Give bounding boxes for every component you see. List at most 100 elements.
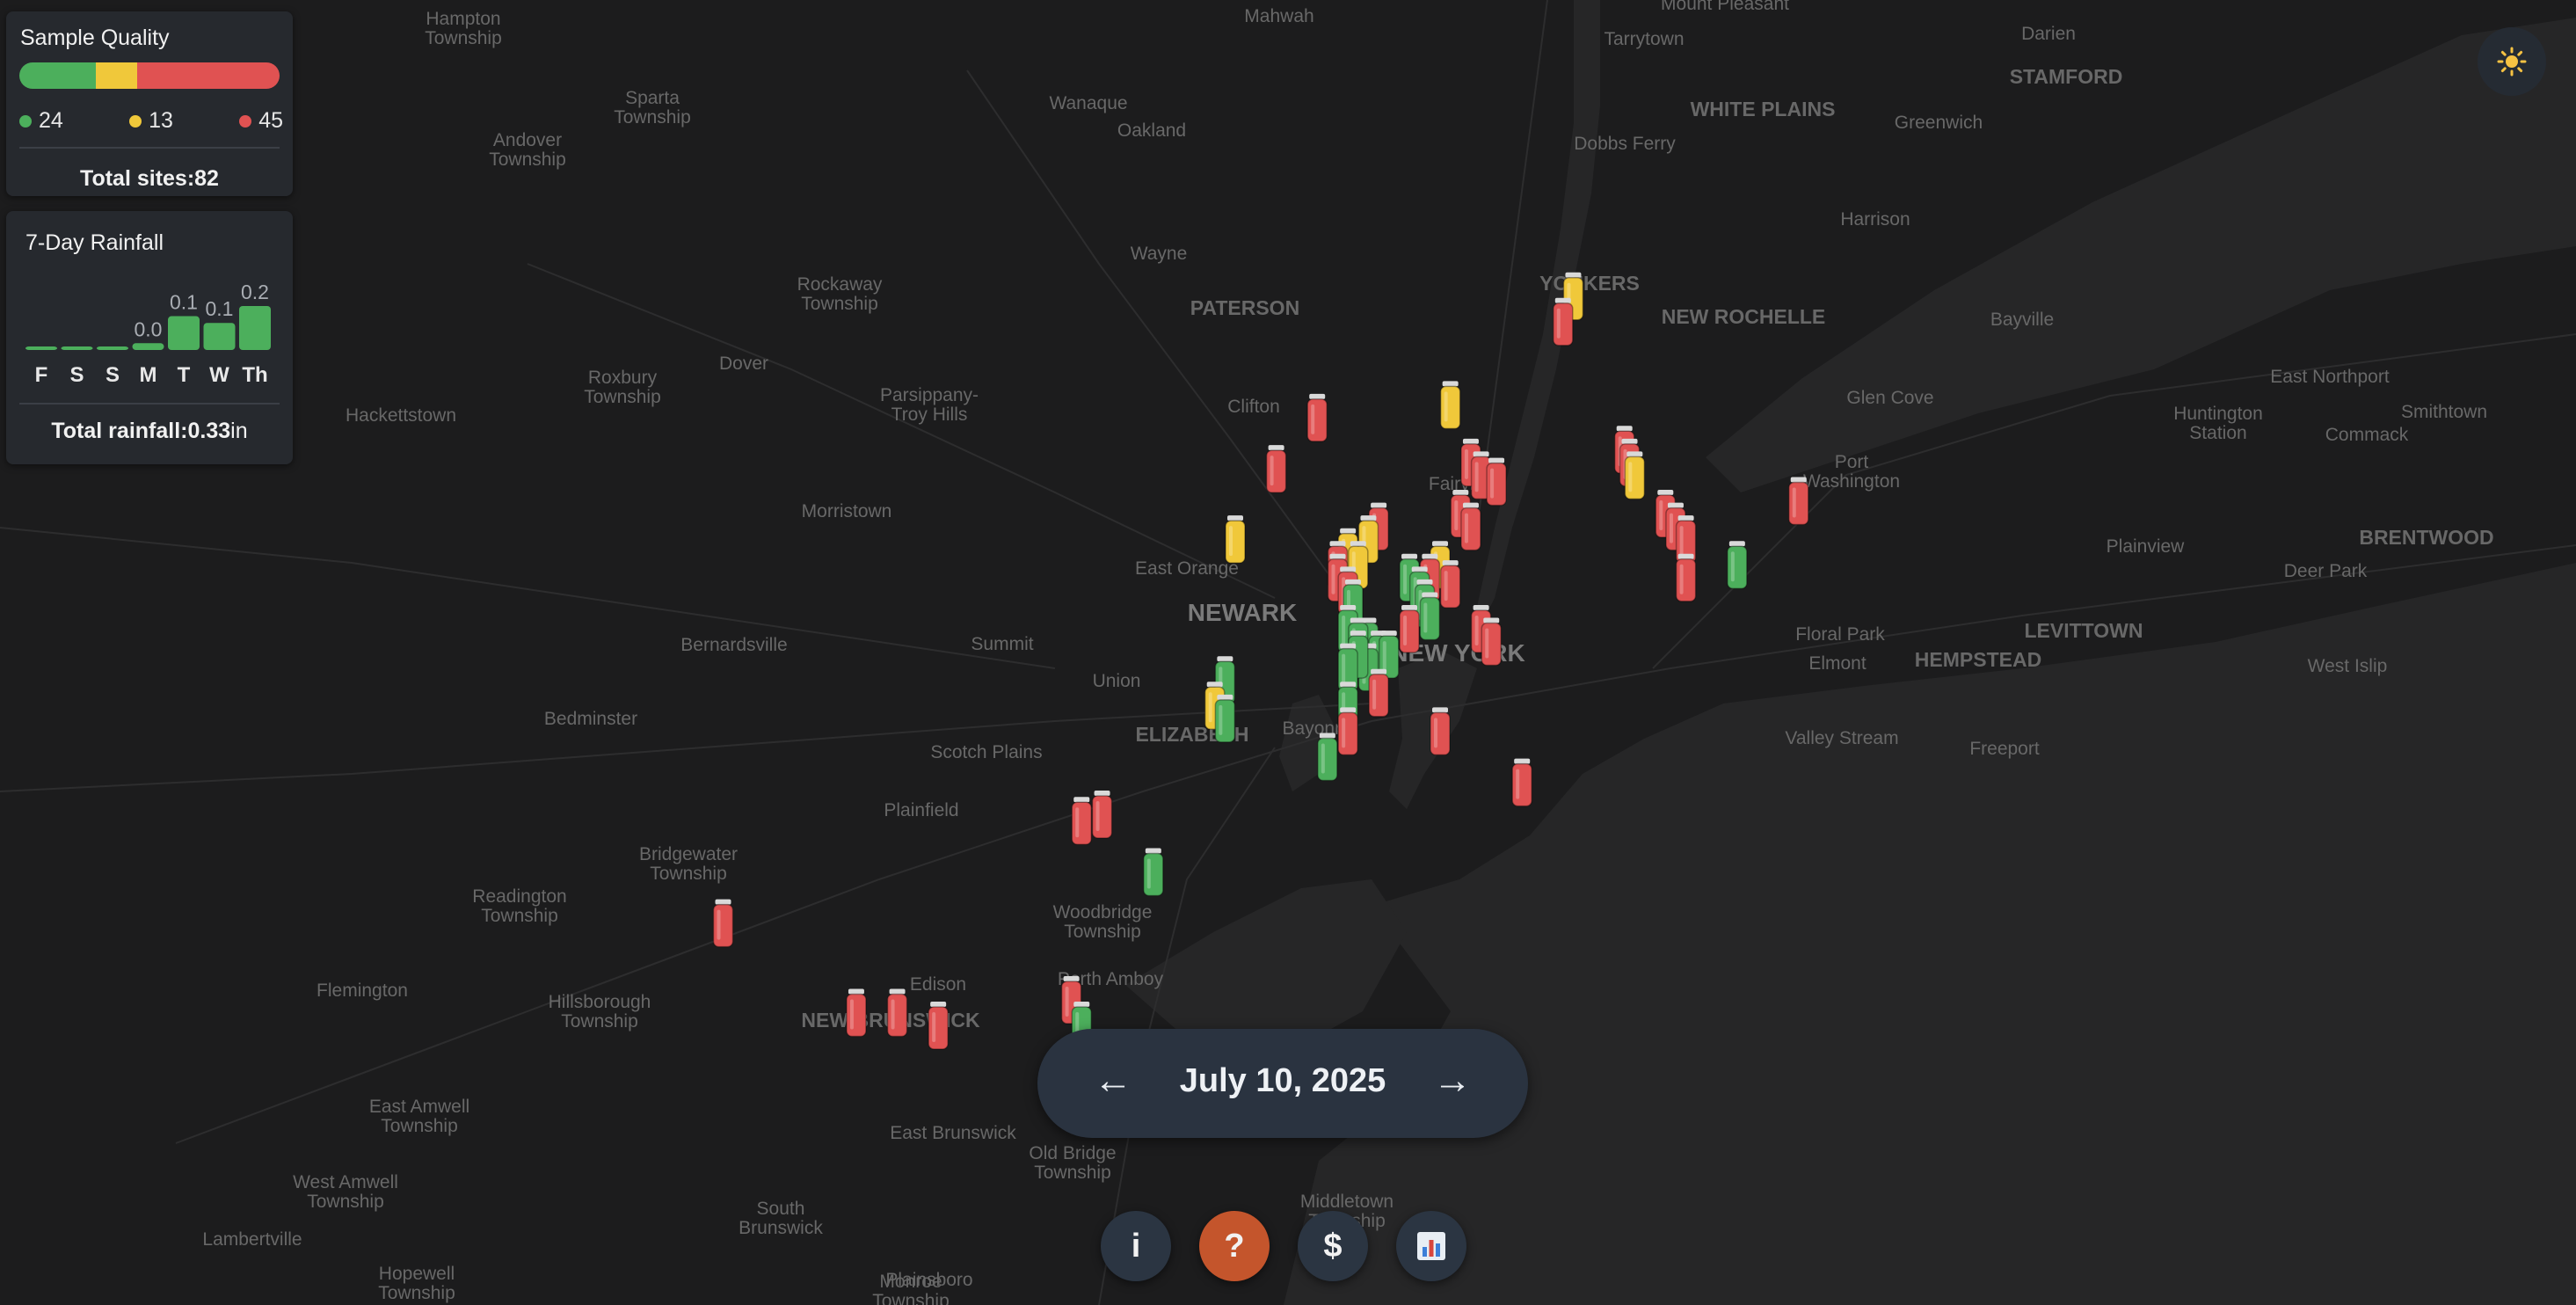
rainfall-day-label: T bbox=[178, 363, 191, 387]
rainfall-bar bbox=[239, 306, 271, 350]
help-button[interactable]: ? bbox=[1199, 1211, 1270, 1281]
place-label: WHITE PLAINS bbox=[1691, 98, 1836, 120]
place-label: Sparta Township bbox=[614, 88, 691, 128]
sample-quality-title: Sample Quality bbox=[20, 26, 170, 50]
rainfall-bar-label: 0.0 bbox=[135, 317, 163, 340]
fair-count: 13 bbox=[129, 108, 173, 134]
place-label: NEWARK bbox=[1188, 599, 1297, 626]
place-label: Wanaque bbox=[1049, 93, 1127, 113]
sample-vial-icon[interactable] bbox=[1511, 758, 1532, 807]
place-label: Union bbox=[1093, 671, 1141, 691]
theme-toggle-button[interactable] bbox=[2478, 27, 2546, 96]
donate-button[interactable]: $ bbox=[1298, 1211, 1368, 1281]
sample-vial-icon[interactable] bbox=[1071, 797, 1092, 845]
quality-bar bbox=[19, 62, 280, 89]
sample-vial-icon[interactable] bbox=[712, 899, 734, 948]
place-label: Plainview bbox=[2107, 536, 2186, 557]
place-label: Hackettstown bbox=[346, 405, 456, 426]
total-sites: Total sites:82 bbox=[6, 166, 293, 192]
place-label: Bernardsville bbox=[680, 635, 787, 655]
place-label: Andover Township bbox=[489, 130, 566, 170]
sample-vial-icon[interactable] bbox=[928, 1002, 949, 1050]
sample-vial-icon[interactable] bbox=[1419, 592, 1441, 641]
rainfall-bar-label: 0.2 bbox=[241, 281, 269, 303]
sample-vial-icon[interactable] bbox=[1439, 381, 1461, 430]
sample-vial-icon[interactable] bbox=[1306, 393, 1328, 442]
place-label: Hopewell Township bbox=[378, 1264, 455, 1303]
date-navigator: ← July 10, 2025 → bbox=[1037, 1029, 1528, 1138]
rainfall-day-label: S bbox=[69, 363, 84, 387]
place-label: East Orange bbox=[1135, 558, 1239, 579]
quality-bar-poor bbox=[136, 62, 280, 89]
place-label: Floral Park bbox=[1795, 624, 1885, 645]
sample-vial-icon[interactable] bbox=[1430, 707, 1451, 756]
place-label: Hillsborough Township bbox=[549, 992, 651, 1032]
place-label: East Amwell Township bbox=[369, 1097, 469, 1136]
place-label: Rockaway Township bbox=[797, 274, 883, 314]
place-label: HEMPSTEAD bbox=[1915, 648, 2041, 671]
sample-vial-icon[interactable] bbox=[1214, 694, 1236, 743]
sample-vial-icon[interactable] bbox=[1317, 733, 1338, 782]
sample-vial-icon[interactable] bbox=[1225, 515, 1246, 564]
place-label: NEW ROCHELLE bbox=[1662, 305, 1826, 328]
sample-vial-icon[interactable] bbox=[1460, 502, 1481, 551]
total-rainfall-value: 0.33 bbox=[187, 419, 231, 443]
place-label: Tarrytown bbox=[1604, 29, 1684, 49]
good-count: 24 bbox=[19, 108, 63, 134]
sample-vial-icon[interactable] bbox=[1486, 457, 1507, 507]
rainfall-chart: F S S0.0M0.1T0.1W0.2Th bbox=[25, 281, 271, 387]
place-label: Clifton bbox=[1227, 397, 1280, 417]
place-label: Dobbs Ferry bbox=[1574, 134, 1676, 154]
rainfall-day-label: F bbox=[35, 363, 48, 387]
rainfall-bar bbox=[168, 316, 200, 350]
sample-vial-icon[interactable] bbox=[1553, 297, 1574, 346]
bar-chart-icon bbox=[1417, 1232, 1445, 1260]
rainfall-bar bbox=[132, 343, 164, 350]
sample-vial-icon[interactable] bbox=[1439, 560, 1461, 609]
sample-vial-icon[interactable] bbox=[846, 988, 867, 1038]
sun-icon bbox=[2497, 47, 2527, 77]
place-label: Old Bridge Township bbox=[1029, 1143, 1116, 1183]
place-label: West Amwell Township bbox=[293, 1172, 398, 1212]
total-sites-value: 82 bbox=[194, 166, 219, 191]
place-label: Wayne bbox=[1131, 244, 1188, 264]
sample-vial-icon[interactable] bbox=[886, 988, 908, 1038]
rainfall-bar bbox=[25, 346, 57, 350]
sample-vial-icon[interactable] bbox=[1481, 617, 1502, 667]
place-label: Bedminster bbox=[544, 709, 637, 729]
place-label: STAMFORD bbox=[2010, 65, 2123, 88]
sample-vial-icon[interactable] bbox=[1727, 541, 1748, 589]
sample-vial-icon[interactable] bbox=[1675, 553, 1697, 602]
place-label: Monroe Township bbox=[872, 1272, 950, 1305]
sample-vial-icon[interactable] bbox=[1337, 707, 1358, 756]
rainfall-panel: 7-Day Rainfall F S S 0.0 M 0.1 T 0.1 W 0.2 Th Tota… bbox=[6, 211, 293, 464]
place-label: Scotch Plains bbox=[930, 742, 1042, 762]
place-label: Elmont bbox=[1808, 653, 1867, 674]
place-label: West Islip bbox=[2308, 656, 2388, 676]
place-label: Bridgewater Township bbox=[639, 844, 738, 884]
place-label: LEVITTOWN bbox=[2024, 619, 2143, 642]
place-label: YONKERS bbox=[1539, 272, 1640, 295]
next-day-button[interactable]: → bbox=[1433, 1059, 1472, 1103]
sample-quality-panel: Sample Quality 24 13 45 Total sites:82 bbox=[6, 11, 293, 196]
place-label: Parsippany-Troy Hills bbox=[880, 385, 979, 425]
place-label: Mount Pleasant bbox=[1661, 0, 1789, 14]
quality-counts: 24 13 45 bbox=[19, 108, 283, 134]
sample-vial-icon[interactable] bbox=[1143, 848, 1164, 897]
info-button[interactable]: i bbox=[1101, 1211, 1171, 1281]
sample-vial-icon[interactable] bbox=[1788, 477, 1809, 526]
sample-vial-icon[interactable] bbox=[1368, 668, 1389, 718]
poor-count-value: 45 bbox=[258, 108, 283, 133]
rainfall-bar bbox=[97, 346, 128, 350]
sample-vial-icon[interactable] bbox=[1265, 445, 1287, 493]
place-label: Readington Township bbox=[472, 886, 566, 926]
sample-vial-icon[interactable] bbox=[1399, 605, 1420, 653]
place-label: Smithtown bbox=[2401, 402, 2487, 422]
rainfall-bar bbox=[61, 346, 93, 350]
poor-dot-icon bbox=[239, 114, 252, 128]
stats-button[interactable] bbox=[1396, 1211, 1466, 1281]
total-rainfall: Total rainfall:0.33in bbox=[6, 419, 293, 444]
sample-vial-icon[interactable] bbox=[1624, 451, 1646, 500]
place-label: Valley Stream bbox=[1785, 728, 1898, 748]
sample-vial-icon[interactable] bbox=[1091, 790, 1113, 839]
